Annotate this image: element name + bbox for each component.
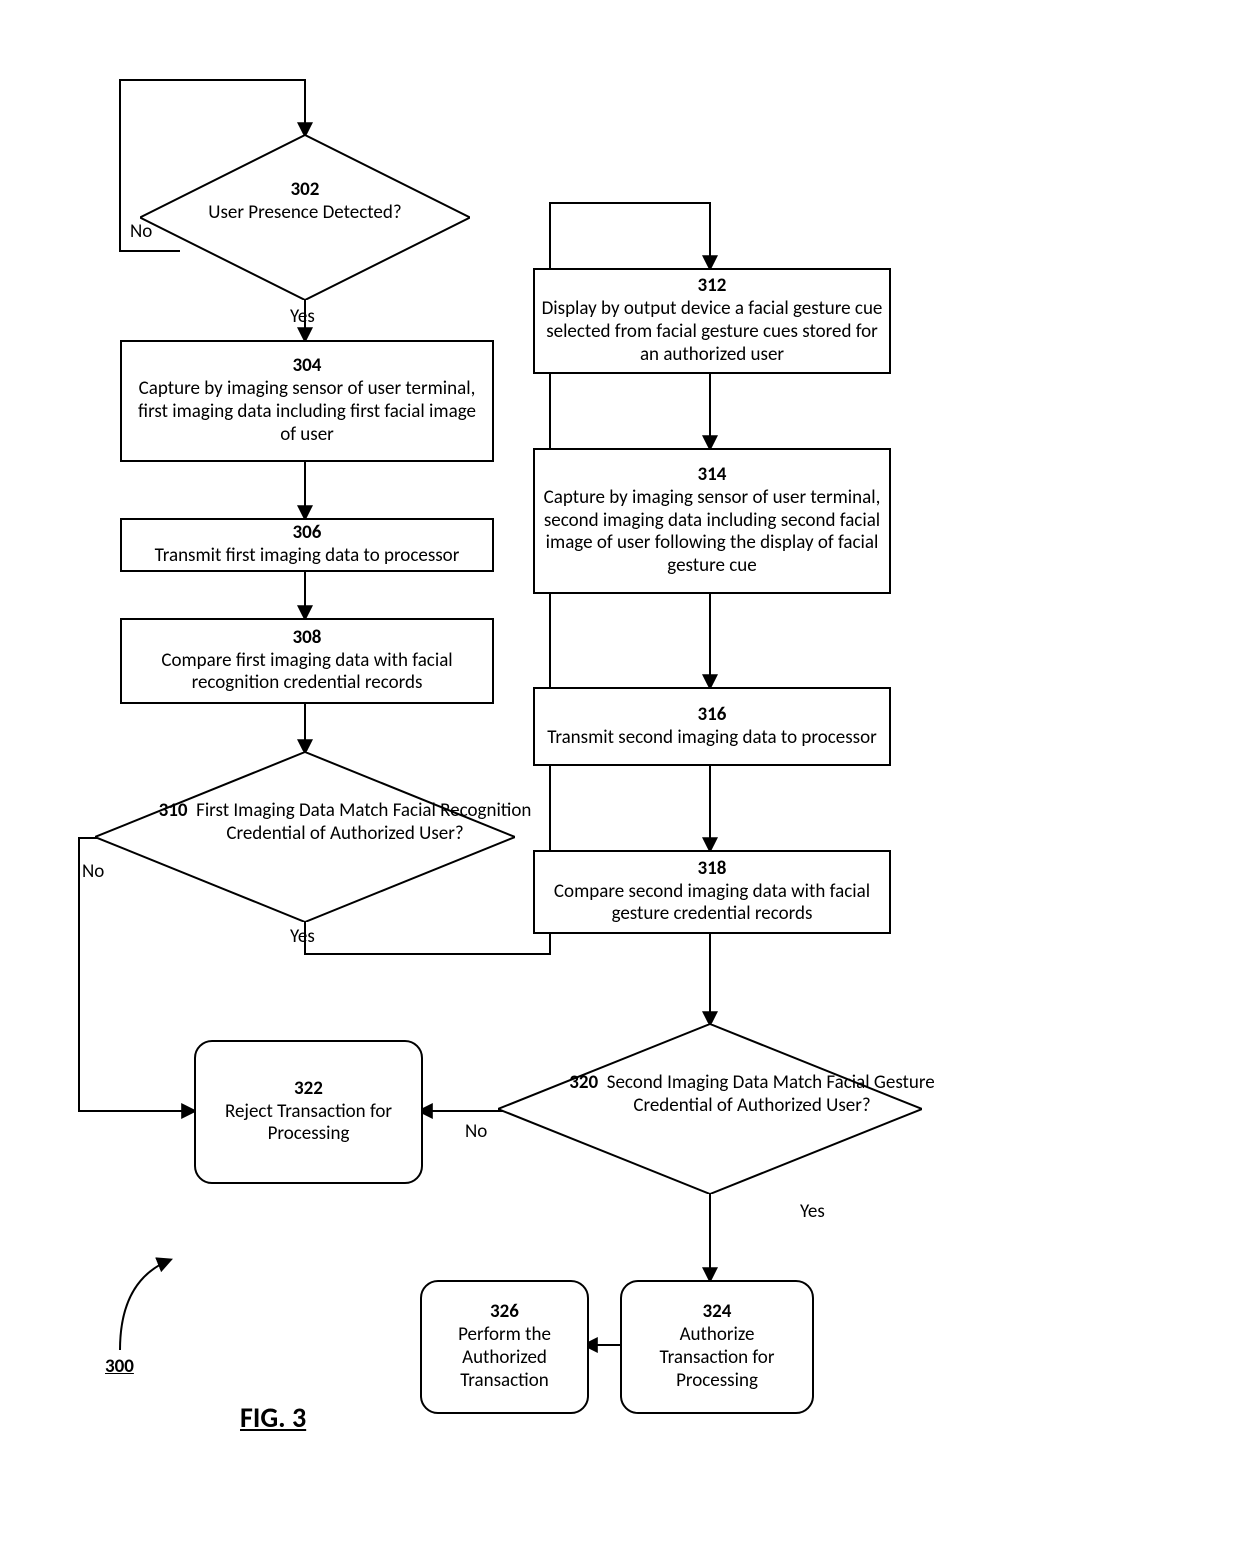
decision-320: 320 Second Imaging Data Match Facial Ges…: [498, 1024, 922, 1194]
node-text-304: Capture by imaging sensor of user termin…: [122, 378, 492, 446]
step-318: 318 Compare second imaging data with fac…: [533, 850, 891, 934]
node-num-316: 316: [698, 704, 727, 727]
figure-caption: FIG. 3: [240, 1400, 306, 1435]
node-num-314: 314: [698, 464, 727, 487]
decision-310: 310 First Imaging Data Match Facial Reco…: [95, 752, 515, 922]
step-316: 316 Transmit second imaging data to proc…: [533, 687, 891, 766]
node-num-308: 308: [293, 627, 322, 650]
label-302-yes: Yes: [290, 305, 315, 328]
node-text-310: First Imaging Data Match Facial Recognit…: [196, 799, 531, 845]
step-314: 314 Capture by imaging sensor of user te…: [533, 448, 891, 594]
node-num-324: 324: [703, 1301, 732, 1324]
step-306: 306 Transmit first imaging data to proce…: [120, 518, 494, 572]
node-num-306: 306: [293, 521, 322, 544]
node-text-322: Reject Transaction for Processing: [196, 1101, 421, 1147]
node-text-314: Capture by imaging sensor of user termin…: [535, 487, 889, 578]
node-num-302: 302: [291, 178, 320, 201]
node-text-302: User Presence Detected?: [208, 201, 401, 224]
node-num-318: 318: [698, 858, 727, 881]
node-text-312: Display by output device a facial gestur…: [535, 298, 889, 366]
node-text-318: Compare second imaging data with facial …: [535, 881, 889, 927]
figure-reference-300: 300: [105, 1355, 134, 1378]
node-num-322: 322: [294, 1078, 323, 1101]
step-326: 326 Perform the Authorized Transaction: [420, 1280, 589, 1414]
node-num-326: 326: [490, 1301, 519, 1324]
node-text-326: Perform the Authorized Transaction: [422, 1324, 587, 1392]
step-304: 304 Capture by imaging sensor of user te…: [120, 340, 494, 462]
decision-302: 302 User Presence Detected?: [140, 135, 470, 300]
node-text-324: Authorize Transaction for Processing: [622, 1324, 812, 1392]
label-320-no: No: [465, 1120, 487, 1143]
label-320-yes: Yes: [800, 1200, 825, 1223]
step-322: 322 Reject Transaction for Processing: [194, 1040, 423, 1184]
node-num-310: 310: [159, 799, 188, 822]
label-302-no: No: [130, 220, 152, 243]
node-num-304: 304: [293, 355, 322, 378]
label-310-no: No: [82, 860, 104, 883]
node-text-306: Transmit first imaging data to processor: [155, 545, 460, 568]
label-310-yes: Yes: [290, 925, 315, 948]
node-num-312: 312: [698, 275, 727, 298]
step-324: 324 Authorize Transaction for Processing: [620, 1280, 814, 1414]
step-308: 308 Compare first imaging data with faci…: [120, 618, 494, 704]
node-num-320: 320: [569, 1071, 598, 1094]
node-text-320: Second Imaging Data Match Facial Gesture…: [607, 1071, 935, 1117]
node-text-308: Compare first imaging data with facial r…: [122, 650, 492, 696]
node-text-316: Transmit second imaging data to processo…: [541, 727, 882, 750]
step-312: 312 Display by output device a facial ge…: [533, 268, 891, 374]
